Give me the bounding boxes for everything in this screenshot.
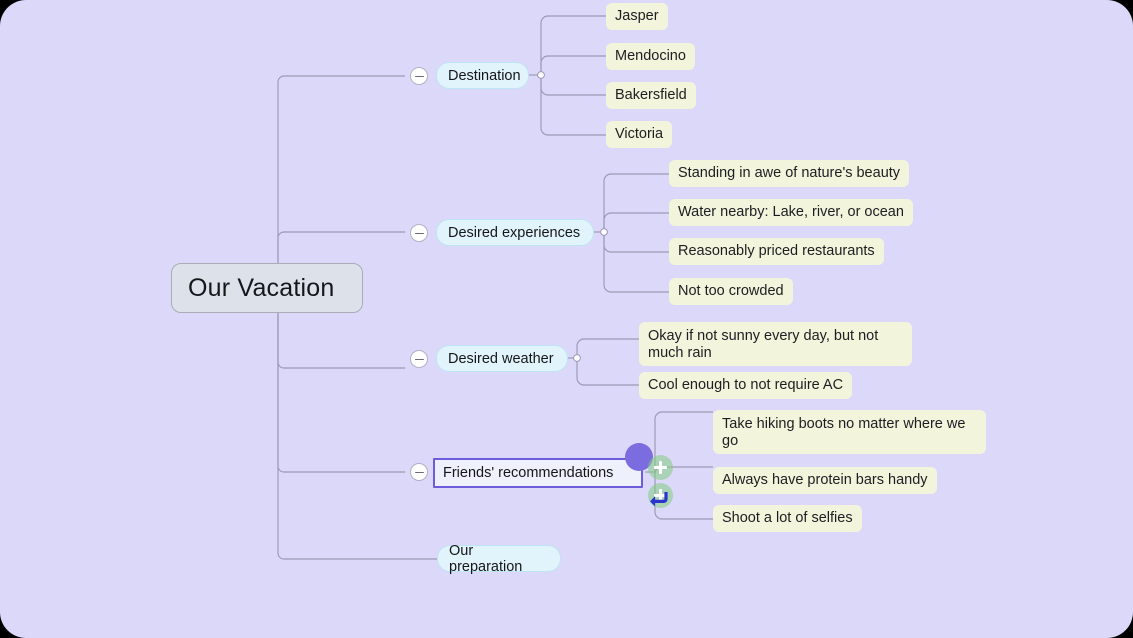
branch-node-label: Friends' recommendations bbox=[443, 465, 614, 481]
branch-node-label: Our preparation bbox=[449, 542, 523, 575]
mindmap-app: Our Vacation Destination Jasper Mendocin… bbox=[0, 0, 1133, 638]
branch-node-label: Destination bbox=[448, 67, 521, 84]
leaf-node-label: Okay if not sunny every day, but not muc… bbox=[648, 328, 879, 361]
leaf-node-label: Bakersfield bbox=[615, 87, 687, 103]
leaf-node-label: Water nearby: Lake, river, or ocean bbox=[678, 204, 904, 220]
leaf-node-label: Always have protein bars handy bbox=[722, 472, 928, 488]
leaf-node[interactable]: Bakersfield bbox=[606, 82, 696, 109]
branch-node-label: Desired weather bbox=[448, 350, 554, 367]
root-node[interactable]: Our Vacation bbox=[171, 263, 363, 313]
add-child-button[interactable] bbox=[648, 483, 673, 508]
leaf-node-label: Victoria bbox=[615, 126, 664, 142]
leaf-node-label: Take hiking boots no matter where we go bbox=[722, 416, 966, 449]
leaf-node[interactable]: Cool enough to not require AC bbox=[639, 372, 853, 399]
collapse-toggle-friends-recommendations[interactable] bbox=[410, 463, 428, 481]
leaf-node[interactable]: Jasper bbox=[606, 3, 668, 30]
add-sibling-button[interactable] bbox=[648, 455, 673, 480]
branch-node-desired-experiences[interactable]: Desired experiences bbox=[436, 219, 594, 246]
leaf-node[interactable]: Reasonably priced restaurants bbox=[669, 238, 884, 265]
leaf-node-label: Not too crowded bbox=[678, 283, 784, 299]
leaf-node[interactable]: Not too crowded bbox=[669, 278, 793, 305]
collapse-toggle-desired-experiences[interactable] bbox=[410, 224, 428, 242]
leaf-node-label: Reasonably priced restaurants bbox=[678, 243, 875, 259]
leaf-node[interactable]: Shoot a lot of selfies bbox=[713, 505, 862, 532]
leaf-node-label: Jasper bbox=[615, 8, 659, 24]
connector-lines bbox=[272, 15, 713, 560]
leaf-node[interactable]: Always have protein bars handy bbox=[713, 467, 937, 494]
branch-node-our-preparation[interactable]: Our preparation bbox=[437, 542, 561, 575]
collapse-toggle-destination[interactable] bbox=[410, 67, 428, 85]
branch-node-friends-recommendations[interactable]: Friends' recommendations bbox=[433, 458, 643, 488]
leaf-node-label: Standing in awe of nature's beauty bbox=[678, 165, 901, 181]
branch-node-label: Desired experiences bbox=[448, 224, 581, 241]
branch-node-desired-weather[interactable]: Desired weather bbox=[436, 345, 568, 372]
leaf-node[interactable]: Okay if not sunny every day, but not muc… bbox=[639, 322, 912, 366]
leaf-node-label: Mendocino bbox=[615, 48, 686, 64]
leaf-node[interactable]: Take hiking boots no matter where we go bbox=[713, 410, 986, 454]
leaf-node[interactable]: Standing in awe of nature's beauty bbox=[669, 160, 910, 187]
mindmap-canvas[interactable]: Our Vacation Destination Jasper Mendocin… bbox=[0, 0, 1133, 638]
root-node-label: Our Vacation bbox=[188, 273, 335, 302]
leaf-node[interactable]: Mendocino bbox=[606, 43, 695, 70]
leaf-node-label: Cool enough to not require AC bbox=[648, 377, 844, 393]
leaf-node-label: Shoot a lot of selfies bbox=[722, 510, 853, 526]
collapse-toggle-desired-weather[interactable] bbox=[410, 350, 428, 368]
branch-node-destination[interactable]: Destination bbox=[436, 62, 529, 89]
leaf-node[interactable]: Victoria bbox=[606, 121, 673, 148]
leaf-node[interactable]: Water nearby: Lake, river, or ocean bbox=[669, 199, 913, 226]
